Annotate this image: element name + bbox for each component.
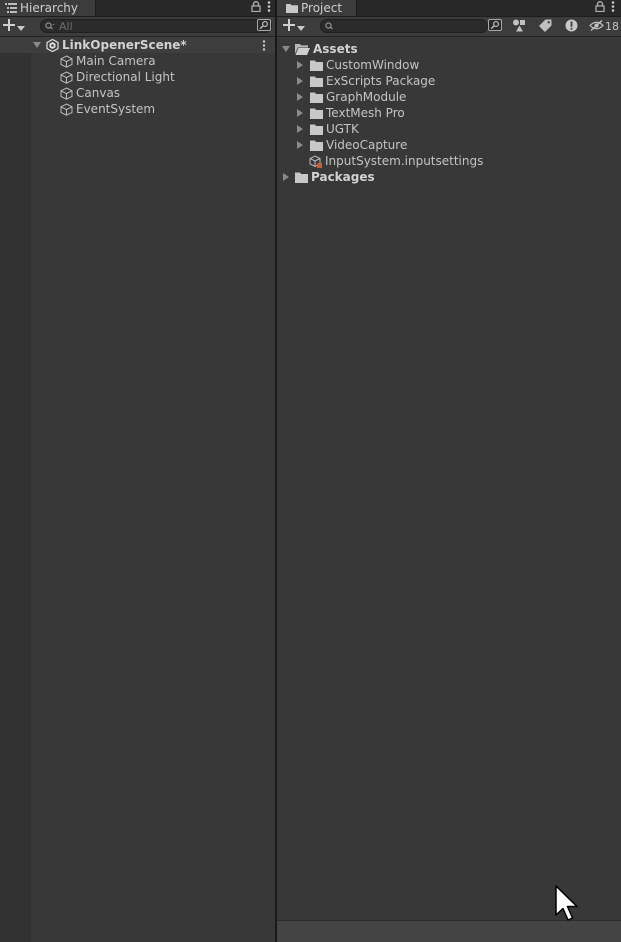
hierarchy-tab-bar: Hierarchy [0,0,275,17]
folder-icon [309,58,323,72]
tab-project[interactable]: Project [277,0,357,16]
dropdown-arrow-icon [17,20,25,34]
hierarchy-create-button[interactable] [3,19,31,34]
unity-scene-icon [45,38,59,52]
expand-arrow-icon[interactable] [297,61,303,69]
project-asset-row[interactable]: InputSystem.inputsettings [277,153,621,169]
hierarchy-search-input[interactable] [55,20,271,32]
project-folder-row[interactable]: VideoCapture [277,137,621,153]
project-folder-row[interactable]: ExScripts Package [277,73,621,89]
gameobject-cube-icon [59,102,73,116]
tag-label-icon [538,19,552,35]
search-icon [45,19,55,33]
expand-arrow-icon[interactable] [297,77,303,85]
project-root-label: Packages [311,170,375,184]
filter-by-type-button[interactable] [508,18,530,35]
gameobject-cube-icon [59,70,73,84]
search-by-scene-button[interactable] [484,18,506,35]
lock-icon[interactable] [595,1,605,15]
expand-arrow-icon[interactable] [33,42,41,48]
project-folder-row[interactable]: GraphModule [277,89,621,105]
folder-icon [309,90,323,104]
search-in-scene-icon [257,19,271,34]
folder-icon [309,74,323,88]
folder-open-icon [294,42,310,56]
expand-arrow-icon[interactable] [283,173,289,181]
scene-name: LinkOpenerScene* [62,38,187,52]
hierarchy-item-label: Canvas [76,86,121,100]
project-search-field[interactable] [320,19,488,33]
project-item-label: GraphModule [326,90,407,104]
hierarchy-item-directional-light[interactable]: Directional Light [0,69,275,85]
project-item-label: TextMesh Pro [326,106,405,120]
project-item-label: CustomWindow [326,58,420,72]
hierarchy-item-label: Main Camera [76,54,156,68]
project-create-button[interactable] [283,19,311,34]
filter-by-type-icon [512,19,526,35]
eye-hidden-icon [589,19,604,34]
plus-icon [283,19,295,34]
hierarchy-item-eventsystem[interactable]: EventSystem [0,101,275,117]
lock-icon[interactable] [251,1,261,15]
hierarchy-item-canvas[interactable]: Canvas [0,85,275,101]
project-folder-row[interactable]: TextMesh Pro [277,105,621,121]
input-settings-asset-icon [308,154,322,168]
folder-icon [294,170,308,184]
project-folder-row[interactable]: CustomWindow [277,57,621,73]
search-scene-button[interactable] [253,18,275,35]
hierarchy-item-main-camera[interactable]: Main Camera [0,53,275,69]
filter-by-label-button[interactable] [534,18,556,35]
search-icon [325,19,335,33]
search-in-scene-icon [488,19,502,34]
plus-icon [3,19,15,34]
project-item-label: UGTK [326,122,359,136]
project-toolbar: 18 [277,17,621,37]
scene-row[interactable]: LinkOpenerScene* [0,37,275,53]
folder-icon [285,2,298,14]
hierarchy-tab-actions [251,0,271,16]
project-item-label: VideoCapture [326,138,408,152]
project-root-label: Assets [313,42,358,56]
project-search-input[interactable] [335,20,487,32]
exclamation-circle-icon [565,19,578,35]
more-options-icon[interactable] [611,1,615,15]
hierarchy-tab-label: Hierarchy [20,1,79,15]
project-tab-label: Project [301,1,343,15]
project-tab-bar: Project [277,0,621,17]
folder-icon [309,122,323,136]
project-tree: Assets CustomWindow ExScripts Package Gr… [277,37,621,942]
hierarchy-item-label: EventSystem [76,102,156,116]
log-warnings-button[interactable] [560,18,582,35]
scene-more-options-icon[interactable] [262,40,266,54]
expand-arrow-icon[interactable] [297,125,303,133]
hierarchy-tree: LinkOpenerScene* Main Camera Directional… [0,37,275,942]
folder-icon [309,138,323,152]
gameobject-cube-icon [59,54,73,68]
mouse-cursor-icon [555,885,579,926]
expand-arrow-icon[interactable] [297,141,303,149]
hierarchy-search-field[interactable] [40,19,272,33]
hierarchy-item-label: Directional Light [76,70,175,84]
more-options-icon[interactable] [267,1,271,15]
hierarchy-list-icon [4,2,17,14]
project-item-label: ExScripts Package [326,74,436,88]
project-root-assets[interactable]: Assets [277,41,621,57]
project-root-packages[interactable]: Packages [277,169,621,185]
project-panel: Project 18 Assets CustomWindow ExScripts… [277,0,621,942]
hidden-packages-count: 18 [605,20,619,33]
gameobject-cube-icon [59,86,73,100]
folder-icon [309,106,323,120]
project-tab-actions [595,0,615,16]
hidden-packages-toggle[interactable]: 18 [585,18,621,35]
project-item-label: InputSystem.inputsettings [325,154,484,168]
expand-arrow-icon[interactable] [282,46,290,52]
expand-arrow-icon[interactable] [297,93,303,101]
dropdown-arrow-icon [297,20,305,34]
tab-hierarchy[interactable]: Hierarchy [0,0,96,16]
hierarchy-toolbar [0,17,275,37]
hierarchy-panel: Hierarchy All LinkOpenerScene* Main Came… [0,0,275,942]
project-folder-row[interactable]: UGTK [277,121,621,137]
expand-arrow-icon[interactable] [297,109,303,117]
